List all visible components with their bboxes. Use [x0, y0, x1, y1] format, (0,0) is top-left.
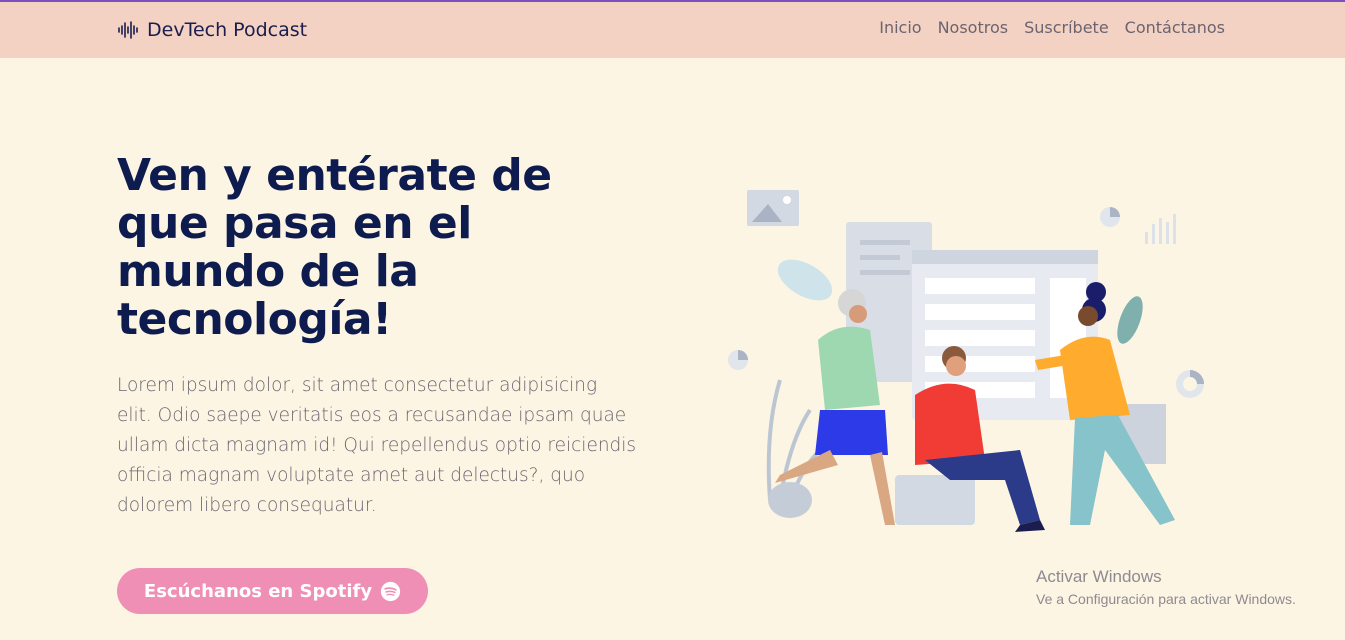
brand-link[interactable]: DevTech Podcast: [117, 16, 307, 44]
watermark-subtitle: Ve a Configuración para activar Windows.: [1036, 591, 1296, 607]
soundwave-icon: [118, 21, 138, 39]
hero-title: Ven y entérate de que pasa en el mundo d…: [117, 150, 552, 345]
team-collaboration-illustration: [728, 190, 1204, 532]
navbar: DevTech Podcast Inicio Nosotros Suscríbe…: [0, 2, 1345, 58]
nav-link-suscribete[interactable]: Suscríbete: [1024, 18, 1109, 37]
image-placeholder-icon: [747, 190, 799, 226]
nav-link-inicio[interactable]: Inicio: [879, 18, 921, 37]
brand-name: DevTech Podcast: [147, 19, 308, 41]
nav-link-contactanos[interactable]: Contáctanos: [1125, 18, 1225, 37]
spotify-icon: [380, 581, 401, 601]
watermark-title: Activar Windows: [1036, 567, 1162, 586]
nav-menu: Inicio Nosotros Suscríbete Contáctanos: [879, 18, 1225, 37]
spotify-button-label: Escúchanos en Spotify: [143, 580, 373, 602]
windows-activation-watermark: Activar Windows Ve a Configuración para …: [1036, 567, 1296, 607]
spotify-button[interactable]: Escúchanos en Spotify: [117, 568, 428, 614]
hero-description: Lorem ipsum dolor, sit amet consectetur …: [117, 375, 637, 516]
bar-chart-icon: [1145, 214, 1176, 244]
nav-link-nosotros[interactable]: Nosotros: [938, 18, 1009, 37]
